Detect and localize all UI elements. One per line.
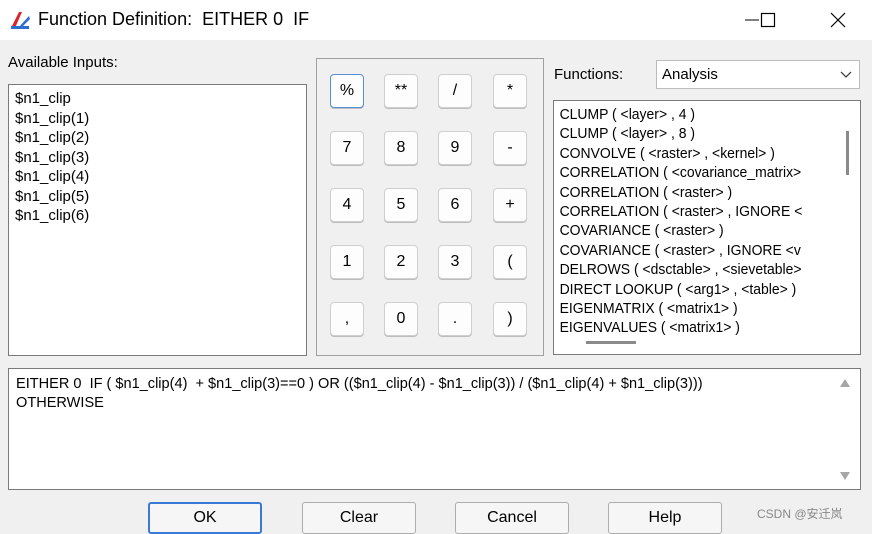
function-item[interactable]: EIGENVALUES ( <matrix1> )	[554, 318, 818, 337]
key-open-paren[interactable]: (	[493, 245, 527, 279]
key-divide[interactable]: /	[438, 74, 472, 108]
help-button[interactable]: Help	[608, 502, 722, 534]
input-item[interactable]: $n1_clip(3)	[9, 148, 306, 168]
key-multiply[interactable]: *	[493, 74, 527, 108]
key-7[interactable]: 7	[330, 131, 364, 165]
key-close-paren[interactable]: )	[493, 302, 527, 336]
input-item[interactable]: $n1_clip(5)	[9, 187, 306, 207]
maximize-icon	[760, 12, 776, 28]
function-item[interactable]: CORRELATION ( <covariance_matrix>	[554, 163, 818, 182]
title-bar: Function Definition: EITHER 0 IF	[0, 0, 872, 40]
expression-editor[interactable]: EITHER 0 IF ( $n1_clip(4) + $n1_clip(3)=…	[8, 368, 861, 490]
functions-list[interactable]: CLUMP ( <layer> , 4 ) CLUMP ( <layer> , …	[553, 100, 861, 355]
key-8[interactable]: 8	[384, 131, 418, 165]
key-2[interactable]: 2	[384, 245, 418, 279]
function-definition-app-icon	[10, 9, 30, 29]
key-minus[interactable]: -	[493, 131, 527, 165]
function-item[interactable]: CLUMP ( <layer> , 8 )	[554, 124, 818, 143]
clear-button[interactable]: Clear	[302, 502, 416, 534]
function-item[interactable]: CONVOLVE ( <raster> , <kernel> )	[554, 144, 818, 163]
function-category-select[interactable]: Analysis	[656, 60, 860, 89]
function-item[interactable]: CORRELATION ( <raster> )	[554, 183, 818, 202]
function-item[interactable]: CLUMP ( <layer> , 4 )	[554, 105, 818, 124]
function-item[interactable]: COVARIANCE ( <raster> , IGNORE <v	[554, 241, 818, 260]
functions-vertical-scrollbar[interactable]	[846, 131, 849, 175]
input-item[interactable]: $n1_clip	[9, 89, 306, 109]
cancel-button[interactable]: Cancel	[455, 502, 569, 534]
expression-text[interactable]: EITHER 0 IF ( $n1_clip(4) + $n1_clip(3)=…	[16, 374, 804, 412]
key-9[interactable]: 9	[438, 131, 472, 165]
window-title: Function Definition: EITHER 0 IF	[38, 9, 310, 29]
chevron-down-icon	[840, 71, 852, 78]
function-item[interactable]: DELROWS ( <dsctable> , <sievetable>	[554, 260, 818, 279]
available-inputs-label: Available Inputs:	[8, 54, 118, 71]
function-item[interactable]: DIRECT LOOKUP ( <arg1> , <table> )	[554, 280, 818, 299]
key-4[interactable]: 4	[330, 188, 364, 222]
function-category-value: Analysis	[662, 66, 718, 83]
ok-button[interactable]: OK	[148, 502, 262, 534]
function-item[interactable]: CORRELATION ( <raster> , IGNORE <	[554, 202, 818, 221]
key-percent[interactable]: %	[330, 74, 364, 108]
key-0[interactable]: 0	[384, 302, 418, 336]
input-item[interactable]: $n1_clip(6)	[9, 206, 306, 226]
function-item[interactable]: COVARIANCE ( <raster> )	[554, 221, 818, 240]
function-item[interactable]: EIGENMATRIX ( <matrix1> )	[554, 299, 818, 318]
key-comma[interactable]: ,	[330, 302, 364, 336]
key-plus[interactable]: +	[493, 188, 527, 222]
key-decimal[interactable]: .	[438, 302, 472, 336]
keypad-panel: % ** / * 7 8 9 - 4 5 6 + 1 2 3 ( , 0 . )	[316, 58, 544, 356]
key-1[interactable]: 1	[330, 245, 364, 279]
maximize-button[interactable]	[738, 0, 798, 40]
key-5[interactable]: 5	[384, 188, 418, 222]
close-icon	[830, 12, 846, 28]
functions-horizontal-scrollbar[interactable]	[586, 341, 636, 344]
key-6[interactable]: 6	[438, 188, 472, 222]
scroll-up-icon[interactable]	[839, 378, 851, 388]
available-inputs-list[interactable]: $n1_clip $n1_clip(1) $n1_clip(2) $n1_cli…	[8, 84, 307, 356]
watermark: CSDN @安迁岚	[757, 507, 843, 521]
key-power[interactable]: **	[384, 74, 418, 108]
functions-label: Functions:	[554, 66, 624, 83]
scroll-down-icon[interactable]	[839, 471, 851, 481]
input-item[interactable]: $n1_clip(4)	[9, 167, 306, 187]
close-button[interactable]	[808, 0, 868, 40]
input-item[interactable]: $n1_clip(2)	[9, 128, 306, 148]
input-item[interactable]: $n1_clip(1)	[9, 109, 306, 129]
key-3[interactable]: 3	[438, 245, 472, 279]
